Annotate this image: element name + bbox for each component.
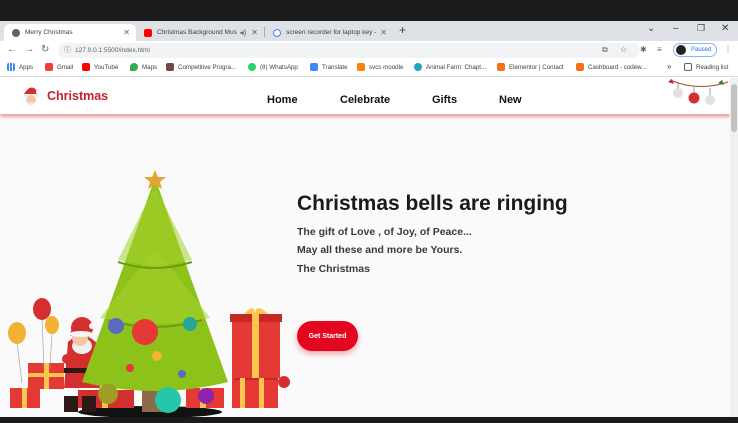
bookmarks-bar: Apps Gmail YouTube Maps Competitive Prog… [0,60,738,77]
browser-window: Merry Christmas ✕ Christmas Background M… [0,21,738,417]
profile-status: Paused [691,47,712,53]
tab-christmas-music[interactable]: Christmas Background Musi ◂) ✕ [136,24,264,41]
url-text: 127.0.0.1:5500/index.html [75,47,150,54]
globe-icon [12,28,20,37]
youtube-icon [82,63,90,71]
bookmark-cashboard[interactable]: Cashboard - codew... [576,63,646,71]
hero-line-3: The Christmas [297,263,370,275]
bookmark-translate[interactable]: Translate [310,63,348,71]
translate-page-icon[interactable]: ⧉ [602,45,608,55]
tab-search-icon[interactable]: ⌄ [647,23,655,34]
browser-toolbar: ← → ↻ ⓘ 127.0.0.1:5500/index.html ⧉ ☆ ✱ … [0,41,738,60]
tab-strip: Merry Christmas ✕ Christmas Background M… [0,21,738,41]
site-header: Christmas Home Celebrate Gifts New [0,78,730,114]
hero-line-2: May all these and more be Yours. [297,244,463,256]
nav-home[interactable]: Home [267,94,298,106]
bookmark-competitive-programming[interactable]: Competitive Progra... [166,63,236,71]
tab-title: screen recorder for laptop key - [286,29,377,36]
restore-button[interactable]: ❐ [697,23,705,34]
tab-screen-recorder[interactable]: screen recorder for laptop key - ✕ [265,24,393,41]
apps-grid-icon [7,63,15,71]
translate-icon [310,63,318,71]
google-icon [273,28,281,37]
tab-merry-christmas[interactable]: Merry Christmas ✕ [4,24,136,41]
bookmark-gmail[interactable]: Gmail [45,63,73,71]
bookmark-label: Maps [142,63,158,71]
profile-button[interactable]: Paused [673,43,717,57]
gmail-icon [45,63,53,71]
web-page: Christmas Home Celebrate Gifts New Chris… [0,78,730,417]
christmas-tree-illustration [8,170,290,417]
reading-list-icon [684,63,692,71]
whatsapp-icon [248,63,256,71]
bookmark-svcs-moodle[interactable]: svcs moodle [357,63,403,71]
tab-title: Merry Christmas [25,29,73,36]
bookmark-label: Apps [19,63,34,71]
moodle-icon [357,63,365,71]
close-window-button[interactable]: ✕ [721,23,729,34]
avatar [676,45,686,55]
speaker-icon[interactable]: ◂) [240,28,247,37]
bookmark-youtube[interactable]: YouTube [82,63,118,71]
minimize-button[interactable]: – [673,23,679,34]
new-tab-button[interactable]: + [399,23,406,37]
reload-button[interactable]: ↻ [41,44,49,55]
bookmark-star-icon[interactable]: ☆ [620,45,627,54]
tab-title: Christmas Background Musi [157,29,237,36]
page-scrollbar[interactable] [730,78,738,417]
scrollbar-thumb[interactable] [731,84,737,132]
extensions-icon[interactable]: ✱ [640,45,647,54]
hero-title: Christmas bells are ringing [297,192,568,215]
reading-list-button[interactable]: Reading list [684,63,728,71]
menu-kebab-icon[interactable]: ⋮ [724,45,732,54]
snowflake-icon [414,63,422,71]
media-queue-icon[interactable]: ≡ [657,45,662,54]
bookmark-label: (8) WhatsApp [260,63,298,71]
bookmark-label: YouTube [94,63,119,71]
bookmark-label: Animal Farm: Chapt... [426,63,487,71]
santa-logo-icon [23,87,40,106]
more-bookmarks-button[interactable]: » [667,62,671,71]
bookmark-label: Cashboard - codew... [588,63,647,71]
elementor-icon [497,63,505,71]
screen-frame: Merry Christmas ✕ Christmas Background M… [0,0,738,423]
bookmark-icon [166,63,174,71]
close-tab-icon[interactable]: ✕ [251,28,258,37]
bookmark-label: svcs moodle [369,63,404,71]
maps-icon [130,63,138,71]
nav-celebrate[interactable]: Celebrate [340,94,390,106]
nav-new[interactable]: New [499,94,522,106]
get-started-button[interactable]: Get Started [297,321,358,351]
bookmark-elementor[interactable]: Elementor | Contact [497,63,564,71]
bookmark-maps[interactable]: Maps [130,63,157,71]
close-tab-icon[interactable]: ✕ [123,28,130,37]
hero-line-1: The gift of Love , of Joy, of Peace... [297,226,472,238]
address-bar[interactable]: ⓘ 127.0.0.1:5500/index.html [58,43,640,58]
bookmark-label: Gmail [57,63,74,71]
youtube-icon [144,28,152,37]
bookmark-label: Competitive Progra... [178,63,237,71]
bookmark-apps[interactable]: Apps [7,63,33,71]
site-logo[interactable]: Christmas [47,89,108,103]
cashboard-icon [576,63,584,71]
bookmark-whatsapp[interactable]: (8) WhatsApp [248,63,298,71]
forward-button[interactable]: → [24,44,34,55]
bookmark-label: Translate [322,63,348,71]
bookmark-label: Elementor | Contact [509,63,564,71]
hanging-ornaments-decoration [668,79,729,105]
nav-gifts[interactable]: Gifts [432,94,457,106]
back-button[interactable]: ← [7,44,17,55]
close-tab-icon[interactable]: ✕ [380,28,387,37]
reading-list-label: Reading list [696,63,729,71]
bookmark-animal-farm[interactable]: Animal Farm: Chapt... [414,63,486,71]
info-icon[interactable]: ⓘ [64,43,71,58]
